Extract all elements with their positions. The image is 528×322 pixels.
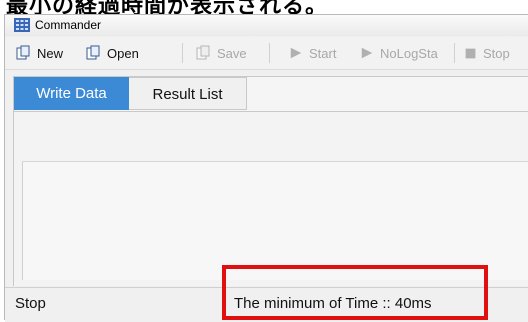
play-icon bbox=[361, 47, 373, 59]
status-state: Stop bbox=[15, 295, 46, 312]
highlight-box bbox=[222, 265, 488, 320]
open-button[interactable]: Open bbox=[85, 41, 139, 65]
open-label: Open bbox=[107, 45, 139, 61]
caption-text-cropped: 最小の経過時間が表示される。 bbox=[0, 0, 528, 14]
stop-button[interactable]: Stop bbox=[464, 41, 510, 65]
open-doc-icon bbox=[86, 45, 100, 60]
save-button[interactable]: Save bbox=[195, 41, 247, 65]
tab-container: Write Data Result List bbox=[13, 76, 528, 286]
save-label: Save bbox=[217, 45, 247, 61]
upper-pane bbox=[22, 113, 528, 162]
nolog-start-button[interactable]: NoLogSta bbox=[360, 41, 438, 65]
stop-square-icon bbox=[465, 48, 476, 58]
grid-app-icon bbox=[14, 18, 30, 32]
new-button[interactable]: New bbox=[15, 41, 63, 65]
nolog-label: NoLogSta bbox=[380, 45, 438, 61]
tab-write-data[interactable]: Write Data bbox=[14, 77, 129, 110]
new-doc-icon bbox=[16, 45, 30, 60]
write-data-panel bbox=[14, 111, 528, 286]
toolbar-separator bbox=[454, 43, 455, 63]
toolbar-separator bbox=[269, 43, 270, 63]
new-label: New bbox=[37, 45, 64, 61]
save-doc-icon bbox=[196, 45, 210, 60]
toolbar: New Open Save Start NoLogSta Stop bbox=[5, 37, 528, 70]
start-button[interactable]: Start bbox=[289, 41, 336, 65]
tab-strip: Write Data Result List bbox=[14, 77, 528, 111]
tab-result-list[interactable]: Result List bbox=[129, 77, 247, 110]
start-label: Start bbox=[309, 45, 337, 61]
caption-text: 最小の経過時間が表示される。 bbox=[6, 0, 329, 14]
lower-pane bbox=[22, 162, 528, 280]
window-title: Commander bbox=[35, 18, 102, 32]
play-icon bbox=[290, 47, 302, 59]
toolbar-separator bbox=[182, 43, 183, 63]
stop-label: Stop bbox=[483, 45, 510, 61]
title-bar: Commander bbox=[5, 15, 528, 36]
